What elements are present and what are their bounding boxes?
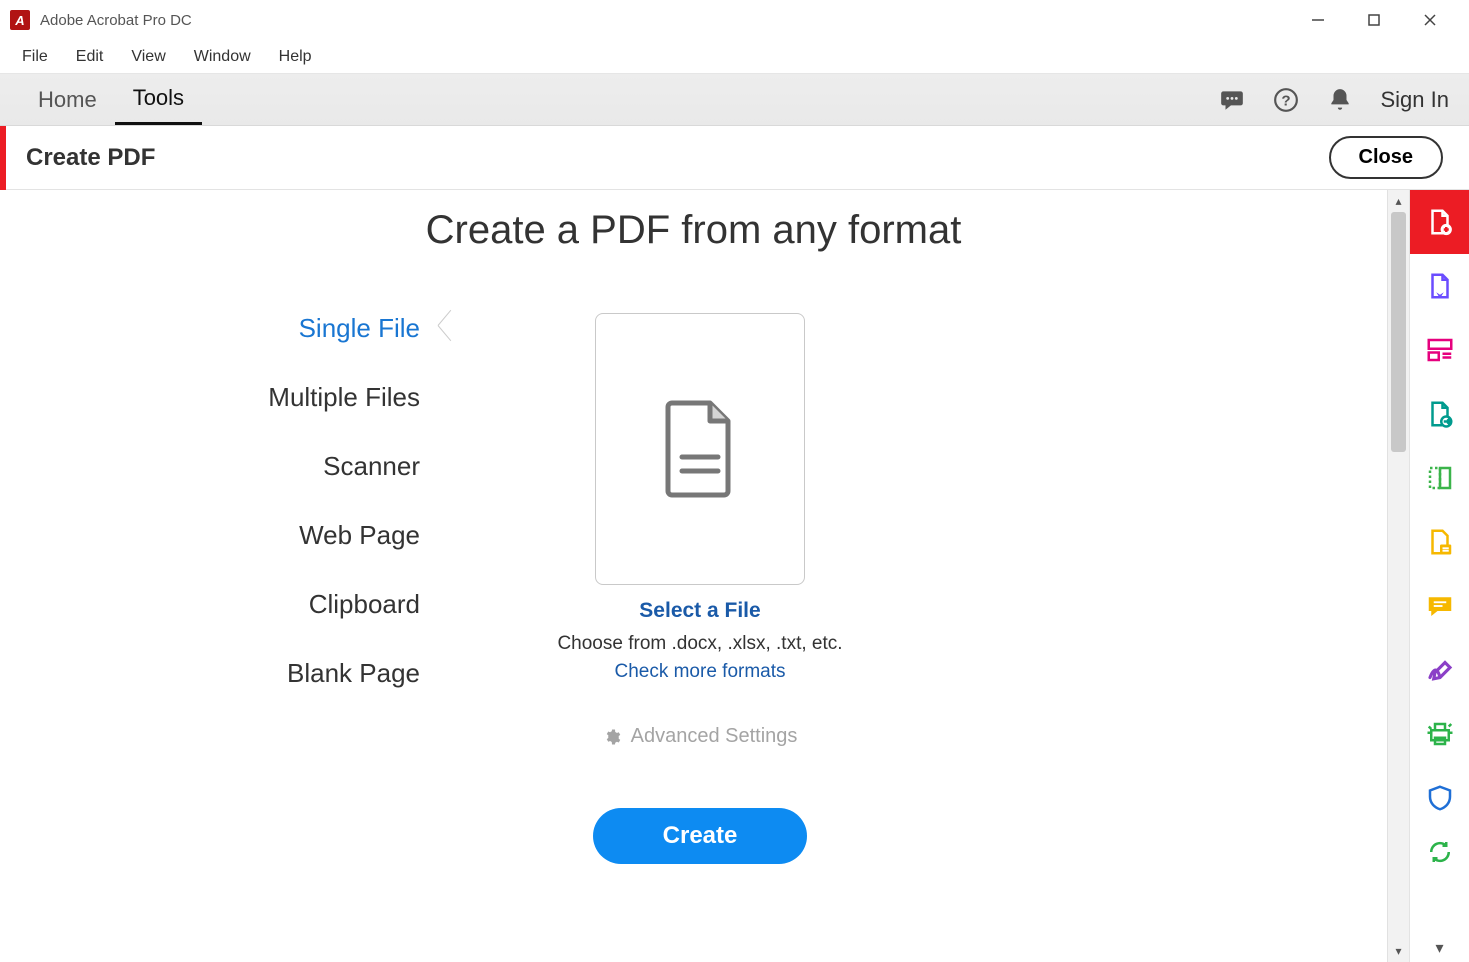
combine-files-tool[interactable] [1410, 446, 1469, 510]
close-tool-button[interactable]: Close [1329, 136, 1443, 179]
main-area: Create a PDF from any format Single File… [0, 190, 1387, 962]
source-multiple-files[interactable]: Multiple Files [268, 382, 420, 413]
comment-tool[interactable] [1410, 574, 1469, 638]
scroll-down-arrow[interactable]: ▾ [1388, 940, 1409, 962]
title-bar: A Adobe Acrobat Pro DC [0, 0, 1469, 40]
compare-files-tool[interactable] [1410, 510, 1469, 574]
fill-sign-tool[interactable] [1410, 638, 1469, 702]
optimize-tool[interactable] [1410, 830, 1469, 874]
tab-home[interactable]: Home [20, 74, 115, 125]
edit-pdf-tool[interactable] [1410, 254, 1469, 318]
menu-help[interactable]: Help [265, 42, 326, 72]
export-pdf-tool[interactable] [1410, 382, 1469, 446]
check-more-formats-link[interactable]: Check more formats [614, 661, 785, 683]
tool-header: Create PDF Close [0, 126, 1469, 190]
gear-icon [603, 728, 621, 746]
tool-title: Create PDF [26, 144, 155, 172]
menu-edit[interactable]: Edit [62, 42, 118, 72]
rail-expand-arrow[interactable]: ▾ [1410, 934, 1469, 962]
file-icon [660, 399, 740, 499]
right-rail: ▾ [1409, 190, 1469, 962]
select-file-link[interactable]: Select a File [639, 599, 760, 623]
content-column: Select a File Choose from .docx, .xlsx, … [490, 313, 910, 864]
nav-strip: Home Tools ? Sign In [0, 74, 1469, 126]
window-controls [1305, 7, 1459, 33]
sign-in-link[interactable]: Sign In [1381, 87, 1450, 113]
app-title: Adobe Acrobat Pro DC [40, 12, 1305, 29]
protect-tool[interactable] [1410, 766, 1469, 830]
scroll-thumb[interactable] [1391, 212, 1406, 452]
create-pdf-tool[interactable] [1410, 190, 1469, 254]
app-icon: A [10, 10, 30, 30]
file-dropzone[interactable] [595, 313, 805, 585]
scroll-track[interactable] [1388, 212, 1409, 940]
advanced-settings-label: Advanced Settings [631, 725, 798, 748]
svg-text:?: ? [1281, 92, 1290, 109]
chat-icon[interactable] [1219, 87, 1245, 113]
advanced-settings-link[interactable]: Advanced Settings [603, 725, 798, 748]
menu-window[interactable]: Window [180, 42, 265, 72]
tab-tools[interactable]: Tools [115, 74, 202, 125]
workspace: Create a PDF from any format Single File… [0, 190, 1469, 962]
create-button[interactable]: Create [593, 808, 808, 864]
source-list: Single File Multiple Files Scanner Web P… [140, 313, 420, 864]
help-icon[interactable]: ? [1273, 87, 1299, 113]
scroll-up-arrow[interactable]: ▴ [1388, 190, 1409, 212]
menu-view[interactable]: View [117, 42, 179, 72]
organize-pages-tool[interactable] [1410, 318, 1469, 382]
tool-accent-bar [0, 126, 6, 190]
close-window-button[interactable] [1417, 7, 1443, 33]
source-scanner[interactable]: Scanner [323, 451, 420, 482]
source-single-file[interactable]: Single File [299, 313, 420, 344]
menu-bar: File Edit View Window Help [0, 40, 1469, 74]
print-production-tool[interactable] [1410, 702, 1469, 766]
bell-icon[interactable] [1327, 87, 1353, 113]
menu-file[interactable]: File [8, 42, 62, 72]
source-web-page[interactable]: Web Page [299, 520, 420, 551]
choose-from-text: Choose from .docx, .xlsx, .txt, etc. [557, 633, 842, 655]
minimize-button[interactable] [1305, 7, 1331, 33]
maximize-button[interactable] [1361, 7, 1387, 33]
page-heading: Create a PDF from any format [0, 208, 1387, 253]
source-blank-page[interactable]: Blank Page [287, 658, 420, 689]
vertical-scrollbar[interactable]: ▴ ▾ [1387, 190, 1409, 962]
source-clipboard[interactable]: Clipboard [309, 589, 420, 620]
